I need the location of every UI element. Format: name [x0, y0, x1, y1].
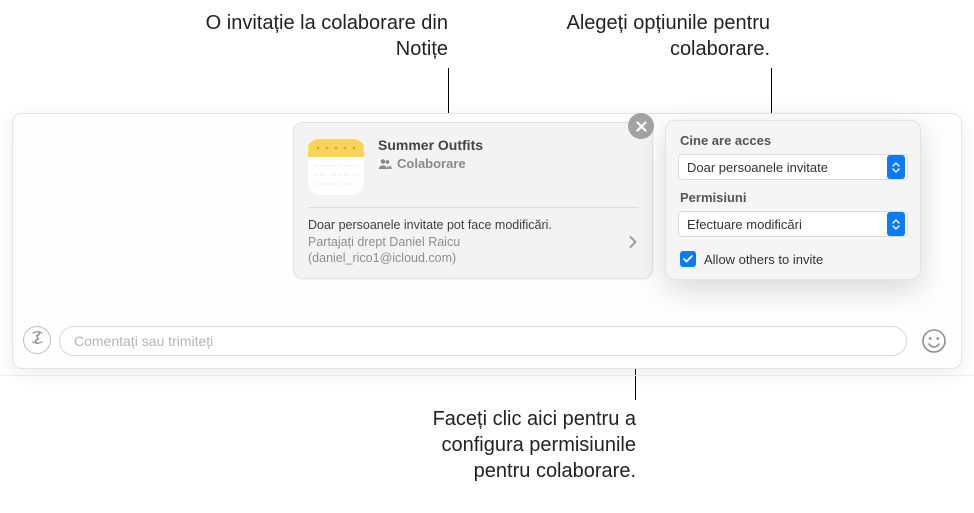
allow-others-checkbox[interactable] [680, 251, 696, 267]
notes-app-icon [308, 139, 364, 195]
smiley-icon [921, 328, 947, 354]
permissions-summary-row[interactable]: Doar persoanele invitate pot face modifi… [294, 208, 652, 278]
callout-leader [771, 68, 772, 115]
card-subtitle: Colaborare [397, 156, 466, 171]
allow-others-label: Allow others to invite [704, 252, 823, 267]
callout-options: Alegeți opțiunile pentru colaborare. [560, 10, 770, 62]
message-input[interactable] [74, 333, 892, 349]
collab-invite-card: Summer Outfits Colaborare Doar persoanel… [293, 122, 653, 279]
message-input-wrap[interactable] [59, 326, 907, 356]
collab-options-popover: Cine are acces Doar persoanele invitate … [665, 120, 921, 280]
divider [0, 375, 974, 376]
card-header: Summer Outfits Colaborare [294, 123, 652, 207]
callout-invite: O invitație la colaborare din Notițe [158, 10, 448, 62]
apps-icon [30, 330, 45, 350]
callout-leader [448, 68, 449, 115]
permissions-label: Permisiuni [666, 190, 920, 211]
apps-button[interactable] [23, 326, 51, 354]
emoji-button[interactable] [921, 328, 947, 354]
card-subtitle-row: Colaborare [378, 156, 483, 171]
permissions-select[interactable]: Efectuare modificări [678, 211, 908, 237]
share-as-line: Partajați drept Daniel Raicu [308, 234, 622, 250]
permissions-value: Efectuare modificări [687, 217, 887, 232]
group-icon [378, 157, 392, 171]
access-label: Cine are acces [666, 133, 920, 154]
access-value: Doar persoanele invitate [687, 160, 887, 175]
select-stepper-icon [887, 155, 905, 179]
permissions-line1: Doar persoanele invitate pot face modifi… [308, 218, 622, 232]
close-icon [636, 121, 647, 132]
card-title: Summer Outfits [378, 137, 483, 153]
card-title-block: Summer Outfits Colaborare [378, 137, 483, 171]
close-button[interactable] [628, 113, 654, 139]
access-select[interactable]: Doar persoanele invitate [678, 154, 908, 180]
callout-permissions: Faceți clic aici pentru a configura perm… [406, 406, 636, 484]
check-icon [683, 255, 693, 263]
compose-window: Summer Outfits Colaborare Doar persoanel… [12, 113, 962, 369]
allow-others-row[interactable]: Allow others to invite [666, 247, 920, 267]
select-stepper-icon [887, 212, 905, 236]
chevron-right-icon [628, 235, 638, 249]
share-as-email: (daniel_rico1@icloud.com) [308, 250, 622, 266]
permissions-summary: Doar persoanele invitate pot face modifi… [308, 218, 622, 266]
